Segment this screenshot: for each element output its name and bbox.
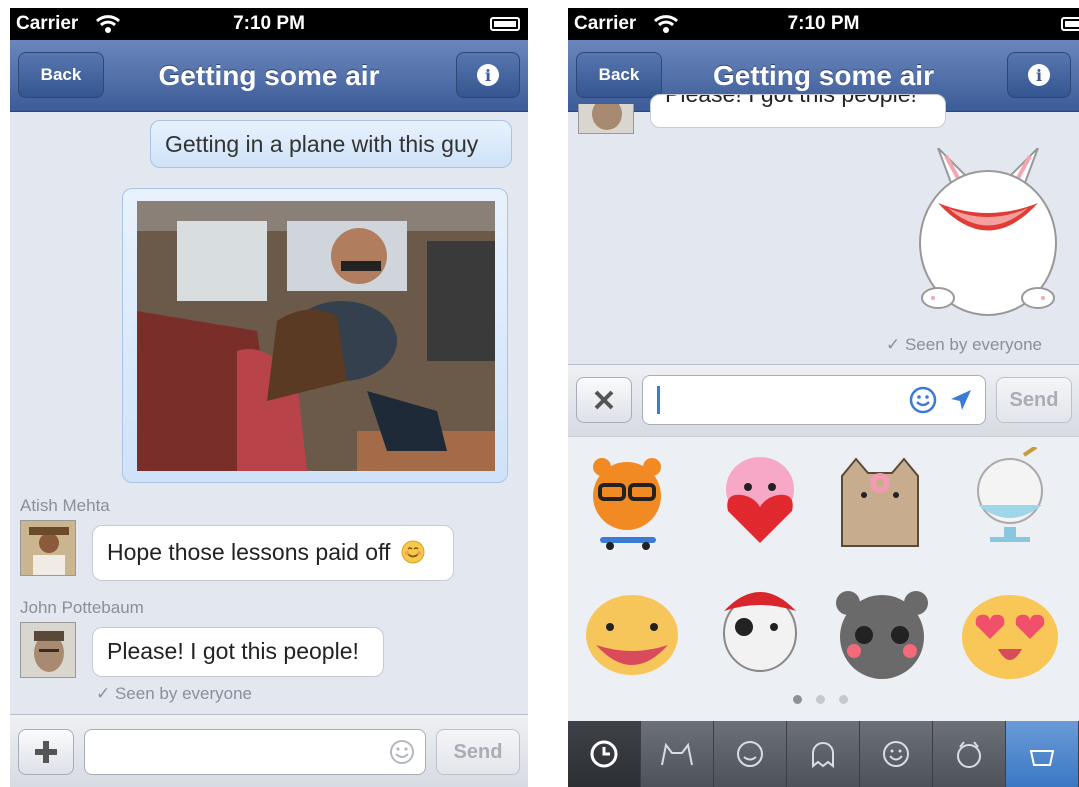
message-bubble-incoming[interactable]: Please! I got this people!: [650, 94, 946, 128]
emoji-icon[interactable]: [909, 386, 937, 414]
message-bubble-outgoing[interactable]: Getting in a plane with this guy: [150, 120, 512, 168]
clock-icon: [590, 740, 618, 768]
heart-eyes-face-sticker[interactable]: [960, 585, 1060, 685]
message-input[interactable]: [642, 375, 986, 425]
message-bubble-incoming[interactable]: Hope those lessons paid off: [92, 525, 454, 581]
avatar[interactable]: [20, 622, 76, 678]
info-icon: i: [1028, 64, 1050, 86]
tab-ghost[interactable]: [787, 721, 860, 787]
tab-recent[interactable]: [568, 721, 641, 787]
avatar[interactable]: [20, 520, 76, 576]
page-dot[interactable]: [793, 695, 802, 704]
clock-time: 7:10 PM: [233, 13, 305, 34]
message-text: Please! I got this people!: [107, 638, 359, 664]
bunny-sticker-message[interactable]: [913, 148, 1063, 328]
happy-face-icon: [883, 741, 909, 767]
info-button[interactable]: i: [1007, 52, 1071, 98]
message-text: Getting in a plane with this guy: [165, 131, 479, 157]
seen-status: ✓ Seen by everyone: [886, 335, 1043, 354]
conversation-title: Getting some air: [713, 60, 934, 91]
smiley-round-icon: [737, 741, 763, 767]
battery-icon: [490, 17, 520, 31]
composer-bar: Send: [568, 364, 1079, 436]
cat-outline-icon: [661, 742, 693, 766]
left-screen: Carrier 7:10 PM Back Getting some air i …: [10, 8, 528, 787]
yellow-blob-sticker[interactable]: [582, 585, 682, 685]
tab-creature[interactable]: [933, 721, 1006, 787]
ghost-icon: [812, 742, 834, 769]
info-icon: i: [477, 64, 499, 86]
conversation-title: Getting some air: [158, 60, 380, 91]
close-icon: [594, 390, 614, 410]
close-stickers-button[interactable]: [576, 377, 632, 423]
grey-hamster-sticker[interactable]: [832, 585, 932, 685]
nav-bar: Back Getting some air i: [10, 40, 528, 112]
message-input[interactable]: [84, 729, 426, 775]
message-bubble-incoming[interactable]: Please! I got this people!: [92, 627, 384, 677]
send-button[interactable]: Send: [996, 377, 1072, 423]
emoji-icon[interactable]: [389, 739, 415, 765]
pusheen-cat-sticker[interactable]: [832, 451, 932, 551]
page-dot[interactable]: [816, 695, 825, 704]
smile-emoji-icon: [401, 540, 425, 564]
tab-sticker-store[interactable]: [1006, 721, 1079, 787]
avatar[interactable]: [578, 104, 634, 134]
bunny-bowl-sticker[interactable]: [960, 447, 1060, 547]
location-arrow-icon[interactable]: [949, 388, 973, 412]
composer-bar: Send: [10, 714, 528, 787]
plus-icon: [35, 741, 57, 763]
tiger-skateboard-sticker[interactable]: [582, 451, 682, 551]
status-bar: Carrier 7:10 PM: [10, 8, 528, 40]
pirate-cat-sticker[interactable]: [710, 577, 810, 677]
text-cursor: [657, 386, 660, 414]
sticker-tray: [568, 436, 1079, 721]
creature-icon: [957, 741, 981, 768]
sender-name: John Pottebaum: [20, 598, 144, 617]
plane-photo[interactable]: [137, 201, 495, 471]
message-text: Please! I got this people!: [665, 94, 917, 107]
sticker-tab-bar: [568, 721, 1079, 787]
clock-time: 7:10 PM: [787, 13, 860, 34]
seen-status: ✓ Seen by everyone: [96, 684, 253, 703]
info-button[interactable]: i: [456, 52, 520, 98]
tab-round-face[interactable]: [714, 721, 787, 787]
add-button[interactable]: [18, 729, 74, 775]
right-screen: Carrier 7:10 PM Back Getting some air i …: [568, 8, 1079, 787]
battery-icon: [1061, 17, 1079, 31]
pink-heart-monster-sticker[interactable]: [710, 451, 810, 551]
message-text: Hope those lessons paid off: [107, 539, 391, 565]
tab-cat-stickers[interactable]: [641, 721, 714, 787]
page-dot[interactable]: [839, 695, 848, 704]
send-button[interactable]: Send: [436, 729, 520, 775]
sender-name: Atish Mehta: [20, 496, 110, 515]
basket-icon: [1029, 750, 1055, 766]
tab-happy-face[interactable]: [860, 721, 933, 787]
photo-message[interactable]: [122, 188, 508, 483]
status-bar: Carrier 7:10 PM: [568, 8, 1079, 40]
page-indicator: [793, 695, 848, 704]
